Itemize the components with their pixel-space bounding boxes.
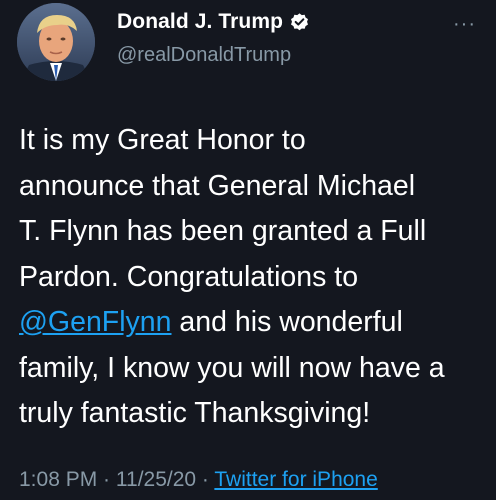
tweet-line: Pardon. Congratulations to xyxy=(19,260,359,293)
avatar[interactable] xyxy=(17,3,95,81)
tweet-meta: 1:08 PM · 11/25/20 · Twitter for iPhone xyxy=(19,468,378,492)
verified-badge-icon xyxy=(291,12,309,30)
tweet-line-with-mention: @GenFlynn and his wonderful xyxy=(19,300,487,346)
tweet-text: It is my Great Honor to announce that Ge… xyxy=(19,118,487,437)
display-name[interactable]: Donald J. Trump xyxy=(117,10,283,34)
tweet-line: family, I know you will now have a xyxy=(19,351,445,384)
tweet-line: T. Flynn has been granted a Full xyxy=(19,215,427,247)
tweet-line: It is my Great Honor to xyxy=(19,124,306,156)
tweet-card: Donald J. Trump @realDonaldTrump ··· It … xyxy=(0,0,496,500)
tweet-line: truly fantastic Thanksgiving! xyxy=(19,397,371,429)
meta-separator: · xyxy=(97,468,116,491)
mention-link[interactable]: @GenFlynn xyxy=(19,306,172,338)
tweet-date[interactable]: 11/25/20 xyxy=(116,468,196,491)
tweet-time[interactable]: 1:08 PM xyxy=(19,468,97,491)
tweet-line: announce that General Michael xyxy=(19,169,416,202)
more-options-icon[interactable]: ··· xyxy=(453,14,476,34)
name-row: Donald J. Trump xyxy=(117,10,310,34)
profile-photo-icon xyxy=(17,3,95,81)
meta-separator: · xyxy=(196,468,215,491)
user-handle[interactable]: @realDonaldTrump xyxy=(117,44,291,67)
source-link[interactable]: Twitter for iPhone xyxy=(214,468,377,491)
tweet-line-rest: and his wonderful xyxy=(171,306,403,338)
